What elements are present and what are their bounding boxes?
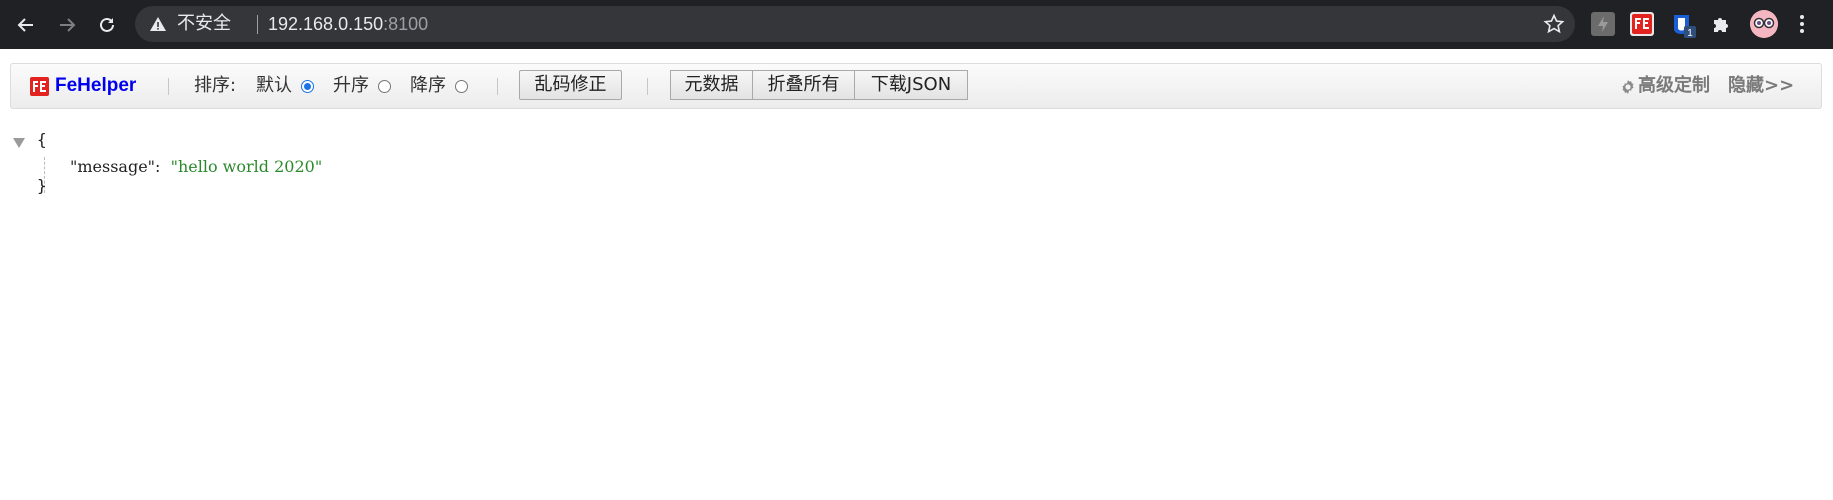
browser-menu-icon[interactable]: [1796, 12, 1808, 36]
fehelper-brand-link[interactable]: FeHelper: [55, 74, 136, 98]
extension-badge: 1: [1687, 28, 1693, 38]
address-bar[interactable]: 不安全 192.168.0.150:8100: [135, 6, 1575, 42]
toolbar-divider: [497, 78, 498, 95]
hide-toolbar-link[interactable]: 隐藏>>: [1728, 75, 1794, 97]
back-button[interactable]: [10, 9, 42, 41]
lightning-extension-icon[interactable]: [1591, 12, 1615, 36]
url-host: 192.168.0.150: [268, 14, 384, 34]
url-text[interactable]: 192.168.0.150:8100: [268, 13, 428, 35]
advanced-settings-link[interactable]: 高级定制: [1638, 75, 1710, 97]
forward-button[interactable]: [51, 9, 83, 41]
gear-icon[interactable]: [1620, 79, 1636, 95]
fehelper-extension-icon[interactable]: [1630, 12, 1654, 36]
toolbar-divider: [168, 78, 169, 95]
blue-extension-icon[interactable]: 1: [1671, 12, 1696, 39]
fehelper-toolbar: FeHelper 排序: 默认 升序 降序 乱码修正 元数据 折叠所有 下载JS…: [10, 63, 1822, 109]
back-arrow-icon: [17, 18, 33, 32]
fehelper-logo-icon: [30, 77, 49, 96]
fix-encoding-button[interactable]: 乱码修正: [519, 70, 622, 100]
forward-arrow-icon: [60, 18, 76, 32]
chrome-separator: [0, 49, 1833, 59]
bookmark-star-icon[interactable]: [1543, 13, 1565, 35]
url-port: :8100: [383, 14, 429, 34]
json-close-brace: }: [37, 176, 47, 195]
profile-avatar[interactable]: [1750, 10, 1778, 38]
sort-desc-radio[interactable]: [455, 80, 468, 93]
sort-label: 排序:: [194, 75, 237, 96]
sort-default-radio[interactable]: [301, 80, 314, 93]
metadata-button[interactable]: 元数据: [670, 70, 753, 100]
sort-asc-radio[interactable]: [378, 80, 391, 93]
browser-chrome: 不安全 192.168.0.150:8100 1: [0, 0, 1833, 49]
json-colon: :: [155, 157, 161, 176]
json-key: "message": [70, 157, 156, 176]
security-label[interactable]: 不安全: [177, 13, 231, 35]
collapse-arrow-icon[interactable]: [12, 137, 26, 149]
toolbar-divider: [647, 78, 648, 95]
json-string-value: "hello world 2020": [170, 157, 323, 176]
warning-icon: [150, 17, 166, 31]
sort-default-label[interactable]: 默认: [256, 74, 292, 98]
address-divider: [257, 15, 258, 34]
sort-desc-label[interactable]: 降序: [410, 74, 446, 98]
reload-icon: [100, 17, 114, 32]
json-property: "message": "hello world 2020": [70, 155, 322, 179]
reload-button[interactable]: [91, 9, 123, 41]
puzzle-icon[interactable]: [1710, 12, 1734, 36]
sort-asc-label[interactable]: 升序: [333, 74, 369, 98]
json-open-brace: {: [37, 130, 47, 149]
collapse-all-button[interactable]: 折叠所有: [752, 70, 855, 100]
download-json-button[interactable]: 下载JSON: [854, 70, 968, 100]
